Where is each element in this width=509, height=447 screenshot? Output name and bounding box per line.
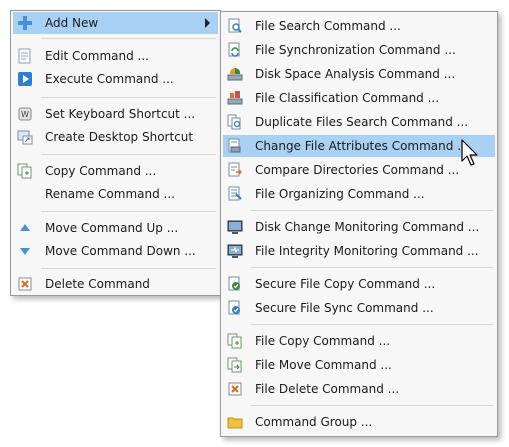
monitor-icon: [227, 220, 243, 234]
menu-separator: [251, 324, 493, 325]
menu-item-label: Set Keyboard Shortcut ...: [45, 107, 196, 121]
integrity-monitor-icon: [227, 244, 243, 258]
submenu-item-secure-file-sync[interactable]: Secure File Sync Command ...: [223, 297, 495, 319]
menu-item-move-command-down[interactable]: Move Command Down ...: [13, 240, 218, 262]
submenu-item-secure-file-copy[interactable]: Secure File Copy Command ...: [223, 273, 495, 295]
play-icon: [18, 72, 32, 86]
file-classification-icon: [227, 91, 243, 105]
menu-item-label: File Copy Command ...: [255, 334, 391, 348]
menu-separator: [41, 211, 216, 212]
svg-text:W: W: [21, 110, 29, 119]
secure-sync-icon: [228, 300, 240, 315]
file-organizing-icon: [228, 186, 242, 201]
menu-separator: [41, 38, 216, 39]
context-menu: Add New Edit Command ... Execute Command…: [10, 10, 221, 296]
menu-item-label: Compare Directories Command ...: [255, 163, 460, 177]
menu-separator: [251, 267, 493, 268]
menu-separator: [41, 154, 216, 155]
menu-item-create-desktop-shortcut[interactable]: Create Desktop Shortcut: [13, 126, 218, 148]
menu-item-edit-command[interactable]: Edit Command ...: [13, 45, 218, 67]
submenu-item-file-search[interactable]: File Search Command ...: [223, 15, 495, 37]
submenu-item-file-move[interactable]: File Move Command ...: [223, 354, 495, 376]
menu-item-label: Secure File Copy Command ...: [255, 277, 436, 291]
arrow-up-icon: [20, 224, 30, 231]
menu-item-rename-command[interactable]: Rename Command ...: [13, 183, 218, 205]
delete-icon: [18, 277, 32, 291]
menu-item-label: File Synchronization Command ...: [255, 43, 456, 57]
submenu-item-disk-space-analysis[interactable]: Disk Space Analysis Command ...: [223, 63, 495, 85]
secure-copy-icon: [228, 276, 240, 291]
submenu-item-file-integrity-monitoring[interactable]: File Integrity Monitoring Command ...: [223, 240, 495, 262]
menu-item-execute-command[interactable]: Execute Command ...: [13, 68, 218, 90]
submenu-item-disk-change-monitoring[interactable]: Disk Change Monitoring Command ...: [223, 216, 495, 238]
copy-icon: [17, 163, 32, 179]
edit-document-icon: [18, 48, 31, 64]
menu-item-move-command-up[interactable]: Move Command Up ...: [13, 217, 218, 239]
menu-item-label: Copy Command ...: [45, 164, 157, 178]
submenu-item-file-delete[interactable]: File Delete Command ...: [223, 378, 495, 400]
file-move-icon: [227, 357, 242, 373]
menu-item-set-keyboard-shortcut[interactable]: W Set Keyboard Shortcut ...: [13, 103, 218, 125]
menu-item-label: Execute Command ...: [45, 72, 174, 86]
submenu-item-file-classification[interactable]: File Classification Command ...: [223, 87, 495, 109]
menu-item-copy-command[interactable]: Copy Command ...: [13, 160, 218, 182]
menu-item-label: Delete Command: [45, 277, 150, 291]
file-copy-icon: [227, 333, 242, 349]
menu-item-add-new[interactable]: Add New: [13, 12, 218, 34]
menu-separator: [41, 97, 216, 98]
menu-item-label: Create Desktop Shortcut: [45, 130, 194, 144]
file-attributes-icon: [228, 138, 241, 153]
menu-item-label: Command Group ...: [255, 415, 373, 429]
menu-item-label: Disk Change Monitoring Command ...: [255, 220, 480, 234]
submenu-item-file-synchronization[interactable]: File Synchronization Command ...: [223, 39, 495, 61]
menu-item-label: File Integrity Monitoring Command ...: [255, 244, 479, 258]
menu-item-label: Add New: [45, 16, 99, 30]
submenu-arrow-icon: [205, 18, 210, 28]
menu-separator: [251, 210, 493, 211]
menu-separator: [41, 268, 216, 269]
menu-item-label: Duplicate Files Search Command ...: [255, 115, 469, 129]
compare-directories-icon: [228, 162, 243, 177]
file-search-icon: [228, 18, 242, 33]
menu-item-label: Change File Attributes Command ...: [255, 139, 469, 153]
menu-item-label: File Organizing Command ...: [255, 187, 425, 201]
submenu-item-duplicate-files-search[interactable]: Duplicate Files Search Command ...: [223, 111, 495, 133]
menu-separator: [251, 405, 493, 406]
mouse-cursor-icon: [461, 139, 478, 166]
submenu-item-command-group[interactable]: Command Group ...: [223, 411, 495, 433]
add-new-submenu: File Search Command ... File Synchroniza…: [220, 11, 498, 437]
menu-item-label: File Classification Command ...: [255, 91, 440, 105]
submenu-item-file-organizing[interactable]: File Organizing Command ...: [223, 183, 495, 205]
menu-item-delete-command[interactable]: Delete Command: [13, 273, 218, 295]
desktop-shortcut-icon: [17, 130, 33, 145]
menu-item-label: Edit Command ...: [45, 49, 149, 63]
duplicate-files-icon: [227, 114, 241, 130]
arrow-down-icon: [20, 248, 30, 255]
menu-item-label: Secure File Sync Command ...: [255, 301, 434, 315]
menu-item-label: Move Command Up ...: [45, 221, 179, 235]
menu-item-label: Move Command Down ...: [45, 244, 196, 258]
menu-item-label: File Delete Command ...: [255, 382, 400, 396]
keyboard-key-icon: W: [18, 107, 32, 121]
file-sync-icon: [228, 42, 240, 57]
disk-space-icon: [227, 67, 243, 81]
submenu-item-file-copy[interactable]: File Copy Command ...: [223, 330, 495, 352]
folder-icon: [227, 417, 243, 429]
submenu-item-change-file-attributes[interactable]: Change File Attributes Command ...: [223, 135, 495, 157]
file-delete-icon: [228, 382, 242, 396]
menu-item-label: File Search Command ...: [255, 19, 401, 33]
menu-item-label: Disk Space Analysis Command ...: [255, 67, 456, 81]
menu-item-label: File Move Command ...: [255, 358, 392, 372]
submenu-item-compare-directories[interactable]: Compare Directories Command ...: [223, 159, 495, 181]
menu-item-label: Rename Command ...: [45, 187, 175, 201]
plus-icon: [18, 16, 32, 30]
